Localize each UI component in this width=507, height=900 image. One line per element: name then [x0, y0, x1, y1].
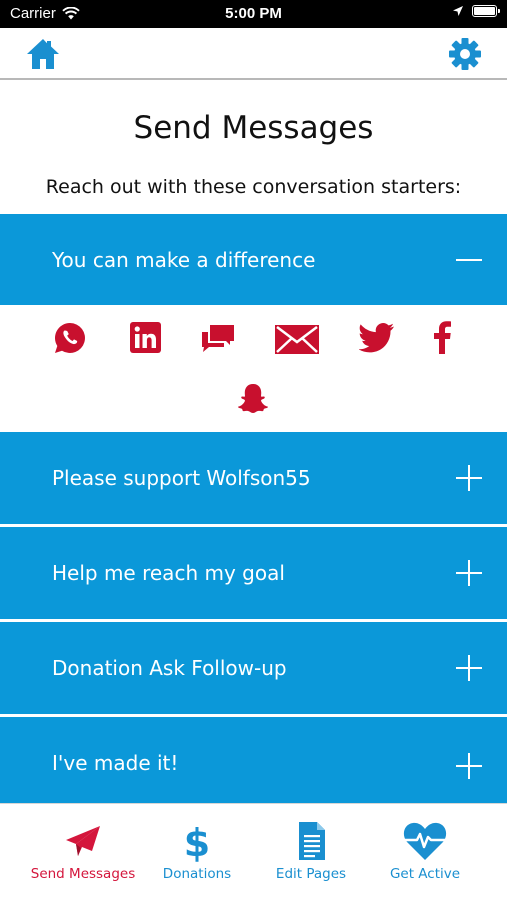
accordion-header-goal[interactable]: Help me reach my goal: [0, 527, 507, 619]
snapchat-icon[interactable]: [237, 383, 269, 413]
accordion-header-make-difference[interactable]: You can make a difference: [0, 214, 507, 306]
page-subtitle: Reach out with these conversation starte…: [45, 176, 462, 198]
tab-send-messages[interactable]: Send Messages: [20, 804, 146, 900]
plus-icon[interactable]: [456, 560, 482, 586]
tab-label: Send Messages: [30, 866, 136, 882]
gear-icon[interactable]: [448, 37, 482, 71]
email-icon[interactable]: [275, 325, 319, 354]
location-arrow-icon: [453, 6, 463, 16]
accordion-header-made-it[interactable]: I've made it!: [0, 717, 507, 803]
accordion-label: Help me reach my goal: [52, 561, 285, 585]
tab-label: Donations: [162, 866, 232, 882]
nav-bar: [0, 28, 507, 80]
tab-get-active[interactable]: Get Active: [362, 804, 488, 900]
tab-bar: Send Messages $ Donations Edit Pages Get…: [0, 803, 507, 900]
paper-plane-icon: [66, 826, 100, 856]
status-time: 5:00 PM: [225, 5, 282, 22]
sms-icon[interactable]: [200, 323, 236, 353]
plus-icon[interactable]: [456, 753, 482, 779]
plus-icon[interactable]: [456, 655, 482, 681]
document-icon: [299, 822, 325, 860]
accordion-label: I've made it!: [52, 751, 179, 775]
page-title: Send Messages: [133, 110, 374, 146]
battery-icon: [472, 5, 500, 17]
status-bar: Carrier 5:00 PM: [0, 0, 507, 28]
plus-icon[interactable]: [456, 465, 482, 491]
minus-icon[interactable]: [456, 247, 482, 273]
tab-label: Edit Pages: [275, 866, 347, 882]
whatsapp-icon[interactable]: [53, 321, 87, 355]
share-icons-panel: [0, 305, 507, 431]
accordion-header-support[interactable]: Please support Wolfson55: [0, 432, 507, 524]
svg-text:$: $: [184, 821, 210, 862]
tab-donations[interactable]: $ Donations: [134, 804, 260, 900]
heart-pulse-icon: [403, 822, 447, 860]
accordion-label: Please support Wolfson55: [52, 466, 311, 490]
accordion-label: Donation Ask Follow-up: [52, 656, 287, 680]
dollar-icon: $: [184, 821, 210, 862]
tab-edit-pages[interactable]: Edit Pages: [248, 804, 374, 900]
tab-label: Get Active: [389, 866, 461, 882]
status-right: [452, 5, 500, 17]
accordion-label: You can make a difference: [52, 248, 316, 272]
facebook-icon[interactable]: [433, 320, 451, 354]
home-icon[interactable]: [25, 37, 61, 71]
linkedin-icon[interactable]: [130, 322, 161, 353]
twitter-icon[interactable]: [359, 323, 395, 353]
accordion-header-follow-up[interactable]: Donation Ask Follow-up: [0, 622, 507, 714]
